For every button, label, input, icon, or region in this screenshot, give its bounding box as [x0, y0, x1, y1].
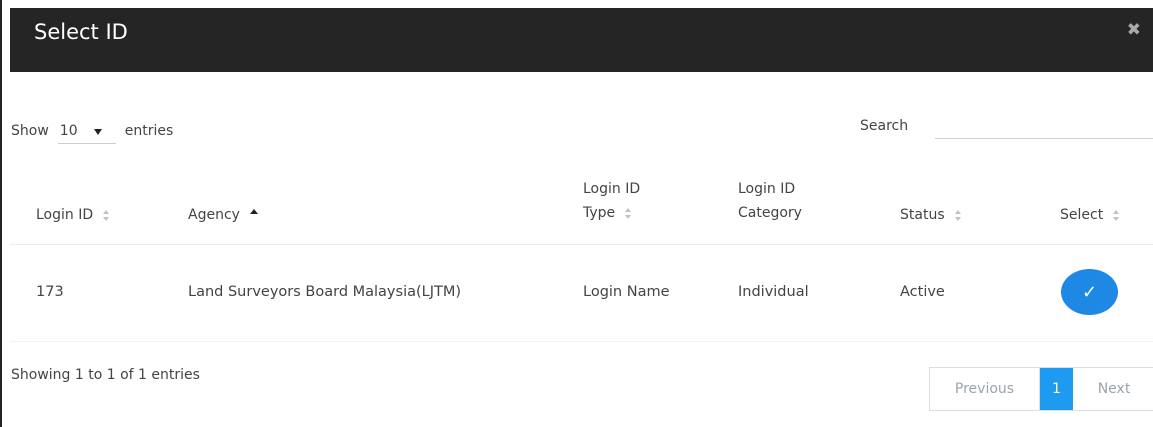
column-header-label: Login ID — [583, 181, 641, 197]
sort-icon — [625, 207, 632, 219]
column-header-label: Type — [583, 205, 616, 221]
page-1-button[interactable]: 1 — [1040, 368, 1073, 410]
checkmark-icon: ✓ — [1081, 281, 1098, 303]
search-input[interactable] — [935, 113, 1153, 139]
row-divider — [10, 341, 1153, 342]
cell-login-id-type: Login Name — [583, 284, 670, 300]
entries-length-select[interactable]: 10 — [57, 118, 116, 144]
column-header-label: Category — [738, 205, 802, 221]
cell-login-id: 173 — [36, 284, 64, 300]
cell-agency: Land Surveyors Board Malaysia(LJTM) — [188, 284, 462, 300]
sort-icon — [103, 209, 110, 221]
next-page-button[interactable]: Next — [1073, 368, 1153, 410]
previous-page-button[interactable]: Previous — [930, 368, 1040, 410]
table-info: Showing 1 to 1 of 1 entries — [11, 367, 200, 383]
modal-title: Select ID — [34, 20, 128, 44]
column-header-label: Select — [1060, 207, 1104, 223]
column-header-status[interactable]: Status — [900, 203, 962, 227]
sort-ascending-icon — [249, 208, 258, 214]
entries-length-value: 10 — [59, 122, 78, 139]
header-divider — [10, 244, 1153, 245]
cell-login-id-category: Individual — [738, 284, 809, 300]
column-header-agency[interactable]: Agency — [188, 203, 258, 227]
search-label: Search — [860, 118, 909, 134]
cell-status: Active — [900, 284, 945, 300]
pagination: Previous 1 Next — [929, 367, 1153, 411]
modal-header: Select ID ✖ — [10, 0, 1153, 72]
entries-label: entries — [124, 123, 174, 139]
column-header-select[interactable]: Select — [1060, 203, 1120, 227]
column-header-label: Login ID — [738, 181, 796, 197]
sort-icon — [1113, 209, 1120, 221]
chevron-down-icon — [93, 128, 102, 135]
select-id-modal: Select ID ✖ Show 10 entries Search Login… — [0, 0, 1153, 427]
column-header-label: Status — [900, 207, 945, 223]
show-label: Show — [11, 123, 49, 139]
column-header-label: Agency — [188, 207, 240, 223]
column-header-login-id-type[interactable]: Login ID Type — [583, 177, 640, 225]
column-header-login-id[interactable]: Login ID — [36, 203, 110, 227]
close-icon[interactable]: ✖ — [1127, 22, 1141, 39]
column-header-login-id-category[interactable]: Login ID Category — [738, 177, 802, 225]
column-header-label: Login ID — [36, 207, 94, 223]
sort-icon — [954, 209, 962, 221]
entries-length-control: Show 10 entries — [11, 118, 173, 144]
select-row-button[interactable]: ✓ — [1061, 269, 1118, 315]
